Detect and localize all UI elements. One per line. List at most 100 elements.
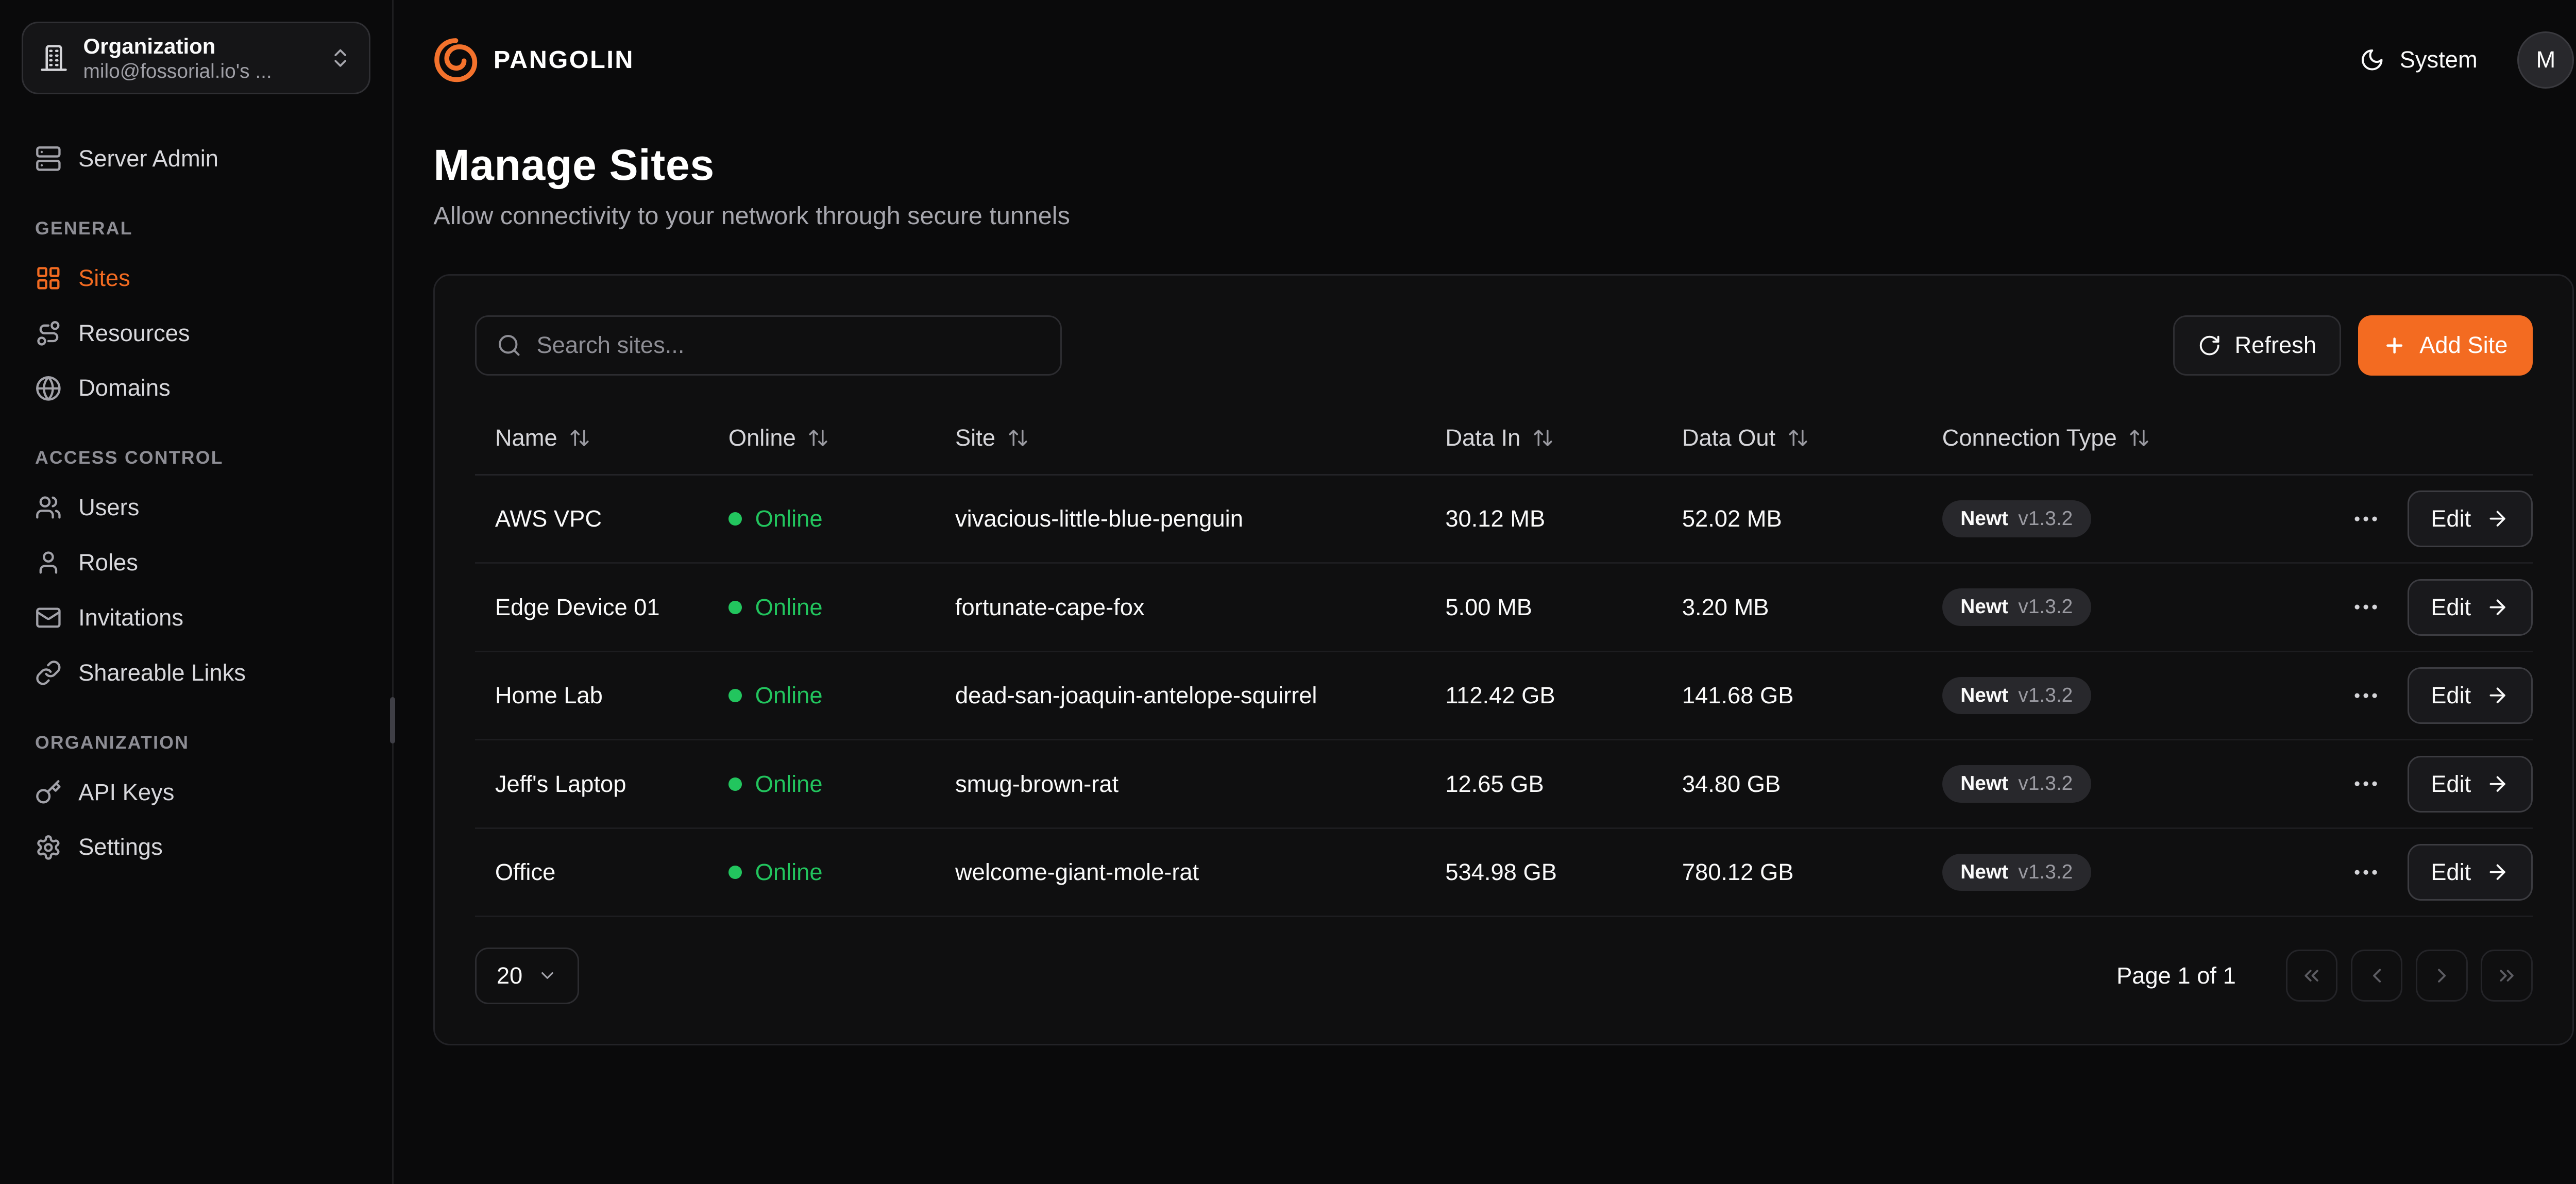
toolbar-actions: Refresh Add Site (2173, 315, 2533, 375)
arrow-right-icon (2486, 860, 2509, 884)
column-header-data-out[interactable]: Data Out (1662, 425, 1922, 451)
connection-type-badge: Newtv1.3.2 (1942, 588, 2091, 625)
globe-icon (35, 375, 62, 402)
row-menu-icon[interactable] (2351, 769, 2381, 799)
edit-button[interactable]: Edit (2408, 844, 2533, 901)
org-switcher-texts: Organization milo@fossorial.io's ... (83, 33, 314, 83)
sidebar-item-label: Shareable Links (78, 659, 246, 686)
sidebar-item-server-admin[interactable]: Server Admin (22, 131, 370, 187)
cell-status: Online (708, 771, 935, 798)
top-bar-right: System M (2360, 31, 2574, 88)
cell-name: Office (475, 859, 708, 886)
sidebar: Organization milo@fossorial.io's ... Ser… (0, 0, 394, 1184)
sidebar-item-label: API Keys (78, 779, 174, 806)
column-label: Connection Type (1942, 425, 2117, 451)
client-version: v1.3.2 (2018, 595, 2073, 619)
cell-name: Jeff's Laptop (475, 771, 708, 798)
sort-icon (569, 427, 590, 449)
plus-icon (2383, 334, 2406, 357)
connection-type-badge: Newtv1.3.2 (1942, 854, 2091, 891)
sort-icon (807, 427, 829, 449)
row-menu-icon[interactable] (2351, 504, 2381, 534)
sort-icon (2128, 427, 2150, 449)
sidebar-item-api-keys[interactable]: API Keys (22, 765, 370, 820)
page-info: Page 1 of 1 (2116, 962, 2236, 989)
cell-actions: Edit (2287, 667, 2532, 724)
add-site-button[interactable]: Add Site (2358, 315, 2533, 375)
cell-data-in: 112.42 GB (1426, 682, 1663, 709)
column-header-connection-type[interactable]: Connection Type (1922, 425, 2287, 451)
sidebar-item-domains[interactable]: Domains (22, 361, 370, 416)
prev-page-button[interactable] (2351, 950, 2402, 1001)
arrow-right-icon (2486, 684, 2509, 707)
arrow-right-icon (2486, 507, 2509, 530)
org-switcher-label: Organization (83, 33, 314, 60)
cell-status: Online (708, 505, 935, 532)
cell-actions: Edit (2287, 844, 2532, 901)
client-name: Newt (1960, 507, 2008, 531)
theme-toggle[interactable]: System (2360, 46, 2478, 73)
search-input[interactable] (536, 332, 1040, 359)
sidebar-item-label: Invitations (78, 604, 183, 631)
page-size-select[interactable]: 20 (475, 948, 579, 1004)
cell-site: vivacious-little-blue-penguin (935, 505, 1425, 532)
edit-button[interactable]: Edit (2408, 756, 2533, 813)
page-subtitle: Allow connectivity to your network throu… (433, 201, 2574, 230)
column-header-data-in[interactable]: Data In (1426, 425, 1663, 451)
table-row: Jeff's Laptop Online smug-brown-rat 12.6… (475, 740, 2533, 829)
org-switcher[interactable]: Organization milo@fossorial.io's ... (22, 22, 370, 94)
client-version: v1.3.2 (2018, 860, 2073, 885)
column-header-site[interactable]: Site (935, 425, 1425, 451)
pangolin-logo-icon (433, 38, 478, 82)
mail-icon (35, 604, 62, 631)
sidebar-item-resources[interactable]: Resources (22, 306, 370, 361)
brand-logo[interactable]: PANGOLIN (433, 38, 634, 82)
row-menu-icon[interactable] (2351, 857, 2381, 887)
sidebar-item-roles[interactable]: Roles (22, 535, 370, 590)
cell-data-out: 141.68 GB (1662, 682, 1922, 709)
chevron-left-icon (2365, 964, 2388, 987)
sidebar-item-shareable-links[interactable]: Shareable Links (22, 645, 370, 700)
card-toolbar: Refresh Add Site (475, 315, 2533, 375)
search-box (475, 315, 1062, 375)
row-menu-icon[interactable] (2351, 681, 2381, 711)
sidebar-section-general: GENERAL (35, 218, 357, 239)
sidebar-item-sites[interactable]: Sites (22, 251, 370, 306)
sidebar-scrollbar[interactable] (390, 697, 395, 744)
cell-actions: Edit (2287, 490, 2532, 547)
edit-button[interactable]: Edit (2408, 490, 2533, 547)
last-page-button[interactable] (2481, 950, 2532, 1001)
refresh-button[interactable]: Refresh (2173, 315, 2341, 375)
cell-connection-type: Newtv1.3.2 (1922, 677, 2287, 714)
cell-data-in: 534.98 GB (1426, 859, 1663, 886)
card-footer: 20 Page 1 of 1 (475, 948, 2533, 1004)
cell-data-in: 30.12 MB (1426, 505, 1663, 532)
avatar[interactable]: M (2517, 31, 2574, 88)
sidebar-item-settings[interactable]: Settings (22, 820, 370, 875)
edit-button[interactable]: Edit (2408, 667, 2533, 724)
cell-data-out: 52.02 MB (1662, 505, 1922, 532)
connection-type-badge: Newtv1.3.2 (1942, 765, 2091, 802)
online-dot (728, 512, 742, 526)
row-menu-icon[interactable] (2351, 592, 2381, 622)
column-label: Name (495, 425, 557, 451)
column-header-name[interactable]: Name (475, 425, 708, 451)
online-dot (728, 601, 742, 614)
first-page-button[interactable] (2286, 950, 2337, 1001)
edit-button[interactable]: Edit (2408, 579, 2533, 636)
route-icon (35, 320, 62, 347)
table-row: AWS VPC Online vivacious-little-blue-pen… (475, 476, 2533, 564)
sidebar-item-invitations[interactable]: Invitations (22, 590, 370, 646)
sidebar-item-label: Sites (78, 265, 130, 292)
sidebar-item-users[interactable]: Users (22, 480, 370, 535)
edit-label: Edit (2431, 859, 2471, 886)
sort-icon (1532, 427, 1554, 449)
sort-icon (1007, 427, 1029, 449)
column-label: Site (955, 425, 995, 451)
status-label: Online (755, 771, 823, 798)
next-page-button[interactable] (2416, 950, 2467, 1001)
arrow-right-icon (2486, 596, 2509, 619)
cell-site: smug-brown-rat (935, 771, 1425, 798)
column-header-online[interactable]: Online (708, 425, 935, 451)
client-version: v1.3.2 (2018, 772, 2073, 796)
